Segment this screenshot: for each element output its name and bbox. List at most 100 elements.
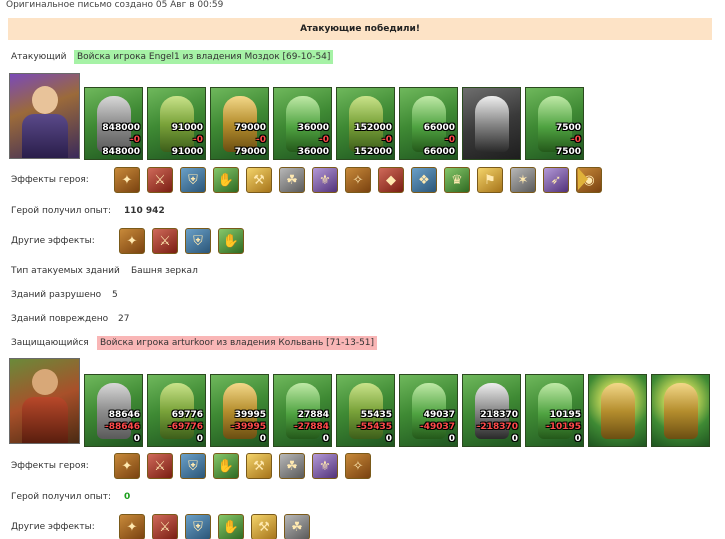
claw-icon[interactable]: ✋ bbox=[213, 453, 239, 479]
unit-count-n1: 152000 bbox=[354, 123, 392, 133]
unit-count-n3: 0 bbox=[511, 434, 518, 444]
griffin-unit-icon[interactable]: 27884 -27884 0 bbox=[273, 374, 332, 447]
staff-icon[interactable]: ⚒ bbox=[251, 514, 277, 539]
buildings-damaged-label: Зданий повреждено bbox=[11, 314, 109, 324]
unit-count-n3: 0 bbox=[448, 434, 455, 444]
unit-count-n1: 55435 bbox=[360, 410, 392, 420]
attacker-tag[interactable]: Войска игрока Engel1 из владения Моздок … bbox=[74, 50, 334, 64]
unit-count-n1: 848000 bbox=[102, 123, 140, 133]
buildings-destroyed-label: Зданий разрушено bbox=[11, 290, 102, 300]
buildings-destroyed-value: 5 bbox=[112, 290, 118, 300]
chest-icon[interactable]: ⛨ bbox=[185, 514, 211, 539]
unit-count-n3: 0 bbox=[385, 434, 392, 444]
tower-unit-icon[interactable] bbox=[651, 374, 710, 447]
knight-unit-icon[interactable]: 69776 -69776 0 bbox=[147, 374, 206, 447]
unit-count-n2: -0 bbox=[382, 135, 392, 145]
unit-count-n3: 0 bbox=[259, 434, 266, 444]
monk-unit-icon[interactable]: 218370 -218370 0 bbox=[462, 374, 521, 447]
unit-count-n2: -0 bbox=[319, 135, 329, 145]
unit-count-n3: 66000 bbox=[423, 147, 455, 157]
defender-exp-value: 0 bbox=[124, 492, 131, 502]
shield-icon[interactable]: ⛨ bbox=[180, 167, 206, 193]
dwarf-unit-icon[interactable]: 848000 -0 848000 bbox=[84, 87, 143, 160]
elf-unit-icon[interactable]: 66000 -0 66000 bbox=[399, 87, 458, 160]
defender-tag[interactable]: Войска игрока arturkoor из владения Коль… bbox=[97, 336, 378, 350]
sword-icon[interactable]: ⚔ bbox=[152, 228, 178, 254]
hand-icon[interactable]: ⚜ bbox=[312, 167, 338, 193]
druid-unit-icon[interactable]: 10195 -10195 0 bbox=[525, 374, 584, 447]
knight-unit-icon[interactable]: 91000 -0 91000 bbox=[147, 87, 206, 160]
unit-count-n3: 91000 bbox=[171, 147, 203, 157]
unit-count-n2: -69776 bbox=[167, 422, 203, 432]
crystal-icon[interactable]: ❖ bbox=[411, 167, 437, 193]
armor-icon[interactable]: ⚒ bbox=[246, 453, 272, 479]
shield-icon[interactable]: ⚜ bbox=[312, 453, 338, 479]
unit-count-n1: 91000 bbox=[171, 123, 203, 133]
unit-count-n1: 10195 bbox=[549, 410, 581, 420]
attacker-hero-portrait[interactable] bbox=[9, 73, 80, 159]
unit-count-n1: 49037 bbox=[423, 410, 455, 420]
defender-hero-portrait[interactable] bbox=[9, 358, 80, 444]
elf-unit-icon[interactable]: 49037 -49037 0 bbox=[399, 374, 458, 447]
unit-count-n3: 152000 bbox=[354, 147, 392, 157]
building-type-value: Башня зеркал bbox=[131, 266, 198, 276]
chest-icon[interactable]: ✦ bbox=[114, 167, 140, 193]
unit-count-n1: 39995 bbox=[234, 410, 266, 420]
helm-icon[interactable]: ◆ bbox=[378, 167, 404, 193]
heart-icon[interactable]: ✋ bbox=[218, 514, 244, 539]
unit-count-n2: -0 bbox=[130, 135, 140, 145]
griffin-unit-icon[interactable]: 36000 -0 36000 bbox=[273, 87, 332, 160]
saber-icon[interactable]: ✋ bbox=[218, 228, 244, 254]
druid-unit-icon[interactable]: 7500 -0 7500 bbox=[525, 87, 584, 160]
unit-count-n2: -0 bbox=[256, 135, 266, 145]
unit-count-n1: 218370 bbox=[480, 410, 518, 420]
die-icon[interactable]: ⚔ bbox=[147, 167, 173, 193]
axe-icon[interactable]: ✦ bbox=[119, 228, 145, 254]
monk-unit-icon[interactable] bbox=[462, 87, 521, 160]
potion-icon[interactable]: ⚔ bbox=[152, 514, 178, 539]
building-type-label: Тип атакуемых зданий bbox=[11, 266, 120, 276]
totem-icon[interactable]: ✦ bbox=[119, 514, 145, 539]
blade-icon[interactable]: ⛨ bbox=[185, 228, 211, 254]
unit-count-n3: 79000 bbox=[234, 147, 266, 157]
unit-count-n3: 0 bbox=[322, 434, 329, 444]
gauntlet-icon[interactable]: ✋ bbox=[213, 167, 239, 193]
banner-icon[interactable]: ⚑ bbox=[477, 167, 503, 193]
paladin-unit-icon[interactable]: 79000 -0 79000 bbox=[210, 87, 269, 160]
attacker-exp-value: 110 942 bbox=[124, 206, 165, 216]
banner-icon[interactable]: ☘ bbox=[284, 514, 310, 539]
unit-count-n2: -10195 bbox=[545, 422, 581, 432]
archer-unit-icon[interactable]: 55435 -55435 0 bbox=[336, 374, 395, 447]
unit-count-n1: 88646 bbox=[108, 410, 140, 420]
defender-other-effects-label: Другие эффекты: bbox=[11, 522, 95, 532]
unit-count-n3: 0 bbox=[133, 434, 140, 444]
fist-icon[interactable]: ☘ bbox=[279, 167, 305, 193]
unit-count-n3: 36000 bbox=[297, 147, 329, 157]
defender-exp-label: Герой получил опыт: bbox=[11, 492, 111, 502]
scroll-icon[interactable]: ✦ bbox=[114, 453, 140, 479]
unit-count-n3: 7500 bbox=[555, 147, 581, 157]
unit-count-n2: -49037 bbox=[419, 422, 455, 432]
created-text: Оригинальное письмо создано 05 Авг в 00:… bbox=[6, 0, 224, 10]
dagger-icon[interactable]: ➶ bbox=[543, 167, 569, 193]
mace-icon[interactable]: ☘ bbox=[279, 453, 305, 479]
attacker-exp-label: Герой получил опыт: bbox=[11, 206, 111, 216]
fruit-icon[interactable]: ⚔ bbox=[147, 453, 173, 479]
helm-icon[interactable]: ⛨ bbox=[180, 453, 206, 479]
tower-unit-icon[interactable] bbox=[588, 374, 647, 447]
armor-icon[interactable]: ♛ bbox=[444, 167, 470, 193]
unit-count-n2: -27884 bbox=[293, 422, 329, 432]
defender-hero-effects-label: Эффекты героя: bbox=[11, 461, 89, 471]
sword-icon[interactable]: ⚒ bbox=[246, 167, 272, 193]
unit-count-n1: 66000 bbox=[423, 123, 455, 133]
horn-icon[interactable]: ✶ bbox=[510, 167, 536, 193]
unit-count-n2: -0 bbox=[571, 135, 581, 145]
pouch-icon[interactable]: ✧ bbox=[345, 453, 371, 479]
next-arrow-icon[interactable] bbox=[578, 168, 588, 190]
bag-icon[interactable]: ✧ bbox=[345, 167, 371, 193]
attacker-other-effects-label: Другие эффекты: bbox=[11, 236, 95, 246]
paladin-unit-icon[interactable]: 39995 -39995 0 bbox=[210, 374, 269, 447]
archer-unit-icon[interactable]: 152000 -0 152000 bbox=[336, 87, 395, 160]
dwarf-unit-icon[interactable]: 88646 -88646 0 bbox=[84, 374, 143, 447]
unit-count-n1: 36000 bbox=[297, 123, 329, 133]
